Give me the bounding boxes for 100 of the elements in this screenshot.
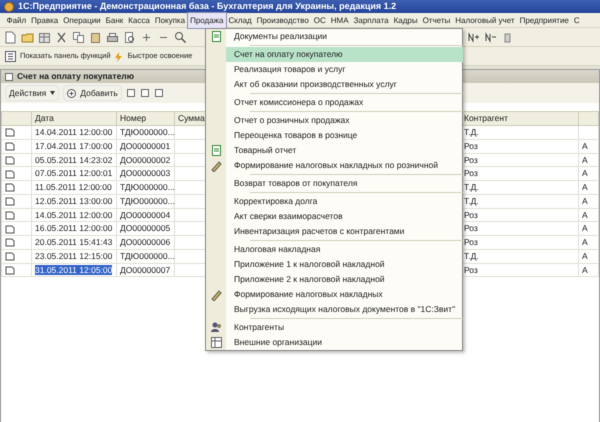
menu-item[interactable]: Продажа [188, 12, 226, 28]
menu-item[interactable]: Приложение 1 к налоговой накладной [226, 257, 464, 272]
table-cell: Роз [464, 210, 478, 220]
menu-item[interactable]: Склад [226, 12, 254, 28]
menu-item[interactable]: Контрагенты [226, 320, 464, 335]
menu-item[interactable]: Налоговый учет [452, 12, 518, 28]
menu-item[interactable]: Корректировка долга [226, 194, 464, 209]
menu-item[interactable]: Зарплата [351, 12, 392, 28]
menu-item[interactable]: Формирование налоговых накладных [226, 287, 464, 302]
menu-item[interactable]: Формирование налоговых накладных по розничной [226, 158, 464, 173]
column-header[interactable]: Дата [35, 113, 54, 124]
table-cell: 20.05.2011 15:41:43 [35, 237, 112, 247]
menu-item[interactable]: Отчеты [420, 12, 453, 28]
printer-icon[interactable] [106, 30, 119, 44]
actions-button[interactable]: Действия [5, 85, 60, 101]
table-cell: 12.05.2011 13:00:00 [35, 196, 112, 206]
menu-item[interactable]: Акт сверки взаиморасчетов [226, 209, 464, 224]
menu-item[interactable]: Покупка [152, 12, 188, 28]
table-icon [210, 336, 222, 349]
new-document-icon[interactable] [4, 30, 17, 44]
menu-item[interactable]: Инвентаризация расчетов с контрагентами [226, 224, 464, 239]
table-cell: Роз [464, 154, 478, 164]
panel-icon [5, 50, 16, 62]
table-cell: ДО00000007 [120, 264, 170, 274]
number-minus-icon[interactable] [484, 30, 497, 44]
lightning-icon [112, 50, 124, 62]
table-cell: ДО00000002 [120, 154, 170, 164]
table-cell: А [582, 140, 588, 151]
window-title: 1С:Предприятие - Демонстрационная база - Бухгалтерия для Украины, редакция 1.2 [18, 0, 396, 13]
table-cell: 14.04.2011 12:00:00 [35, 127, 112, 137]
grid-icon[interactable] [38, 30, 51, 44]
table-cell: ДО00000004 [120, 210, 170, 220]
table-cell: 14.05.2011 12:00:00 [35, 210, 112, 220]
people-icon [210, 321, 222, 334]
table-cell: А [582, 264, 588, 274]
menu-item[interactable]: Кадры [391, 12, 420, 28]
menu-item[interactable]: Акт об оказании производственных услуг [226, 77, 464, 92]
menu-item[interactable]: Отчет комиссионера о продажах [226, 95, 464, 110]
table-cell: А [582, 250, 588, 261]
menu-item[interactable]: Счет на оплату покупателю [226, 47, 464, 62]
search-icon[interactable] [174, 30, 187, 44]
menu-item[interactable]: ОС [311, 12, 328, 28]
paste-icon[interactable] [89, 30, 102, 44]
menu-item[interactable]: Операции [60, 12, 104, 28]
menu-item[interactable]: Внешние организации [226, 335, 464, 350]
menu-item[interactable]: Отчет о розничных продажах [226, 113, 464, 128]
table-cell: Роз [464, 264, 478, 274]
table-cell: ТДЮ000000... [120, 196, 175, 206]
menu-item[interactable]: Выгрузка исходящих налоговых документов в "1С:Звит" [226, 302, 464, 317]
table-cell: 11.05.2011 12:00:00 [35, 182, 112, 192]
caret-icon [50, 91, 56, 95]
table-cell: А [582, 210, 588, 220]
table-cell: Роз [464, 140, 478, 151]
pen-icon [210, 159, 222, 172]
menu-item[interactable]: Товарный отчет [226, 143, 464, 158]
menu-item[interactable]: Правка [28, 12, 61, 28]
menu-item[interactable]: С [571, 12, 582, 28]
add-button[interactable]: Добавить [63, 85, 122, 101]
table-cell: ТДЮ000000... [120, 127, 175, 137]
menu-item[interactable]: Возврат товаров от покупателя [226, 176, 464, 191]
table-cell: А [582, 154, 588, 164]
folder-icon[interactable] [21, 30, 34, 44]
table-cell: 05.05.2011 14:23:02 [35, 154, 112, 164]
table-cell: 07.05.2011 12:00:01 [35, 168, 112, 178]
menu-item[interactable]: НМА [328, 12, 352, 28]
menu-item[interactable]: Банк [103, 12, 126, 28]
table-cell: А [582, 182, 588, 192]
table-cell: Т.Д. [464, 250, 479, 261]
table-cell: Т.Д. [464, 182, 479, 192]
table-cell: А [582, 237, 588, 247]
table-cell: А [582, 168, 588, 178]
table-cell: ДО00000006 [120, 237, 170, 247]
preview-icon[interactable] [123, 30, 136, 44]
menu-item[interactable]: Файл [4, 12, 29, 28]
form-title: Счет на оплату покупателю [17, 70, 134, 83]
menu-item[interactable]: Приложение 2 к налоговой накладной [226, 272, 464, 287]
pen-icon [210, 288, 222, 301]
app-logo-icon [4, 2, 14, 12]
table-cell: Роз [464, 168, 478, 178]
table-cell: ТДЮ000000... [120, 182, 175, 192]
menu-item[interactable]: Налоговая накладная [226, 242, 464, 257]
table-cell: ДО00000003 [120, 168, 170, 178]
menu-item[interactable]: Реализация товаров и услуг [226, 62, 464, 77]
table-cell: Т.Д. [464, 127, 479, 137]
menu-item[interactable]: Касса [126, 12, 152, 28]
table-cell: Роз [464, 223, 478, 234]
document-icon [210, 30, 222, 43]
menu-item[interactable]: Предприятие [517, 12, 572, 28]
form-icon [5, 72, 13, 80]
table-cell: 23.05.2011 12:15:00 [35, 250, 112, 261]
table-cell: А [582, 223, 588, 234]
table-cell: 16.05.2011 12:00:00 [35, 223, 112, 234]
menu-item[interactable]: Производство [254, 12, 312, 28]
number-plus-icon[interactable] [467, 30, 480, 44]
menu-item[interactable]: Переоценка товаров в рознице [226, 128, 464, 143]
cut-icon[interactable] [55, 30, 68, 44]
table-cell: 17.04.2011 17:00:00 [35, 140, 112, 151]
table-cell: 31.05.2011 12:05:00 [35, 264, 112, 274]
table-cell: Т.Д. [464, 196, 479, 206]
table-cell: ТДЮ000000... [120, 250, 175, 261]
